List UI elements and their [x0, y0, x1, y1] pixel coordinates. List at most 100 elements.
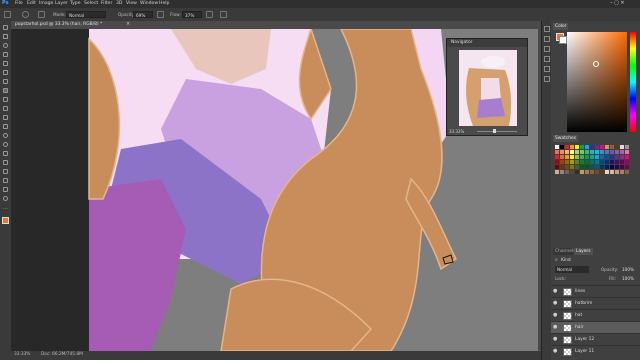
- navigator-zoom-handle[interactable]: [493, 129, 496, 133]
- menu-view[interactable]: View: [126, 1, 137, 6]
- color-swatch[interactable]: [595, 170, 599, 174]
- window-controls[interactable]: – ▢ ✕: [610, 0, 625, 6]
- color-swatch[interactable]: [570, 150, 574, 154]
- color-swatch[interactable]: [605, 150, 609, 154]
- color-swatch[interactable]: [575, 150, 579, 154]
- color-swatch[interactable]: [580, 160, 584, 164]
- layer-fill-field[interactable]: 100%: [622, 276, 634, 281]
- layer-row[interactable]: ● Layer 12: [551, 333, 640, 345]
- paragraph-panel-icon[interactable]: [544, 76, 550, 82]
- menu-edit[interactable]: Edit: [27, 1, 36, 6]
- close-document-icon[interactable]: ×: [126, 21, 130, 27]
- more-tools-icon[interactable]: …: [3, 205, 8, 211]
- visibility-eye-icon[interactable]: ●: [553, 289, 558, 294]
- color-swatch[interactable]: [560, 160, 564, 164]
- hand-tool-icon[interactable]: [3, 187, 8, 192]
- opacity-field[interactable]: 69%: [133, 11, 153, 18]
- color-swatch[interactable]: [555, 160, 559, 164]
- color-swatch[interactable]: [580, 150, 584, 154]
- color-swatch[interactable]: [565, 160, 569, 164]
- menu-3d[interactable]: 3D: [116, 1, 122, 6]
- color-swatch[interactable]: [580, 170, 584, 174]
- color-swatch[interactable]: [590, 145, 594, 149]
- path-selection-tool-icon[interactable]: [3, 169, 8, 174]
- color-swatch[interactable]: [620, 160, 624, 164]
- color-swatch[interactable]: [585, 150, 589, 154]
- color-swatch[interactable]: [600, 155, 604, 159]
- color-swatch[interactable]: [580, 145, 584, 149]
- menu-filter[interactable]: Filter: [101, 1, 112, 6]
- color-swatch[interactable]: [570, 145, 574, 149]
- tab-layers[interactable]: Layers: [574, 248, 593, 255]
- color-swatch[interactable]: [560, 165, 564, 169]
- color-swatch[interactable]: [600, 145, 604, 149]
- color-swatch[interactable]: [605, 145, 609, 149]
- color-swatch[interactable]: [610, 165, 614, 169]
- layer-row[interactable]: ● lines: [551, 285, 640, 297]
- clone-stamp-tool-icon[interactable]: [3, 97, 8, 102]
- menu-type[interactable]: Type: [70, 1, 81, 6]
- tab-swatches[interactable]: Swatches: [553, 135, 578, 142]
- flow-field[interactable]: 37%: [182, 11, 202, 18]
- brush-panel-toggle-icon[interactable]: [38, 11, 45, 18]
- color-swatch[interactable]: [595, 155, 599, 159]
- color-swatch[interactable]: [605, 170, 609, 174]
- tab-color[interactable]: Color: [553, 23, 569, 30]
- color-swatch[interactable]: [575, 160, 579, 164]
- color-swatch[interactable]: [625, 170, 629, 174]
- visibility-eye-icon[interactable]: ●: [553, 349, 558, 354]
- color-swatch[interactable]: [625, 165, 629, 169]
- color-swatch[interactable]: [615, 165, 619, 169]
- pen-tool-icon[interactable]: [3, 151, 8, 156]
- color-swatch[interactable]: [620, 165, 624, 169]
- color-picker-field[interactable]: [567, 32, 627, 132]
- brush-size-icon[interactable]: [22, 11, 29, 18]
- visibility-eye-icon[interactable]: ●: [553, 337, 558, 342]
- layer-opacity-field[interactable]: 100%: [622, 267, 634, 272]
- zoom-tool-icon[interactable]: [3, 196, 8, 201]
- blur-tool-icon[interactable]: [3, 133, 8, 138]
- color-swatch[interactable]: [555, 155, 559, 159]
- crop-tool-icon[interactable]: [3, 61, 8, 66]
- color-swatch[interactable]: [600, 150, 604, 154]
- shape-tool-icon[interactable]: [3, 178, 8, 183]
- visibility-eye-icon[interactable]: ●: [553, 325, 558, 330]
- color-swatch[interactable]: [625, 155, 629, 159]
- hue-slider[interactable]: [630, 32, 636, 132]
- color-swatch[interactable]: [595, 145, 599, 149]
- color-swatch[interactable]: [585, 145, 589, 149]
- color-swatch[interactable]: [610, 170, 614, 174]
- color-swatch[interactable]: [590, 170, 594, 174]
- dodge-tool-icon[interactable]: [3, 142, 8, 147]
- color-swatch[interactable]: [610, 150, 614, 154]
- color-swatch[interactable]: [615, 160, 619, 164]
- pressure-opacity-icon[interactable]: [157, 11, 164, 18]
- color-swatch[interactable]: [575, 170, 579, 174]
- color-swatch[interactable]: [595, 165, 599, 169]
- color-swatch[interactable]: [610, 145, 614, 149]
- layer-blend-mode-select[interactable]: Normal: [555, 266, 589, 273]
- color-swatch[interactable]: [565, 155, 569, 159]
- color-swatch[interactable]: [625, 145, 629, 149]
- color-swatch[interactable]: [615, 155, 619, 159]
- gradient-tool-icon[interactable]: [3, 124, 8, 129]
- history-panel-icon[interactable]: [544, 26, 550, 32]
- color-swatch[interactable]: [570, 160, 574, 164]
- color-swatch[interactable]: [625, 160, 629, 164]
- color-swatch[interactable]: [610, 155, 614, 159]
- color-swatch[interactable]: [595, 160, 599, 164]
- color-swatch[interactable]: [560, 145, 564, 149]
- color-swatch[interactable]: [620, 170, 624, 174]
- color-swatch[interactable]: [575, 145, 579, 149]
- brush-panel-icon[interactable]: [544, 46, 550, 52]
- navigator-header[interactable]: Navigator: [447, 39, 527, 47]
- color-swatch[interactable]: [575, 155, 579, 159]
- color-swatch[interactable]: [580, 155, 584, 159]
- color-swatch[interactable]: [600, 165, 604, 169]
- color-swatch[interactable]: [565, 170, 569, 174]
- navigator-zoom-slider[interactable]: [477, 131, 517, 132]
- color-swatch[interactable]: [560, 155, 564, 159]
- quick-select-tool-icon[interactable]: [3, 52, 8, 57]
- color-swatch[interactable]: [565, 145, 569, 149]
- color-swatch[interactable]: [600, 160, 604, 164]
